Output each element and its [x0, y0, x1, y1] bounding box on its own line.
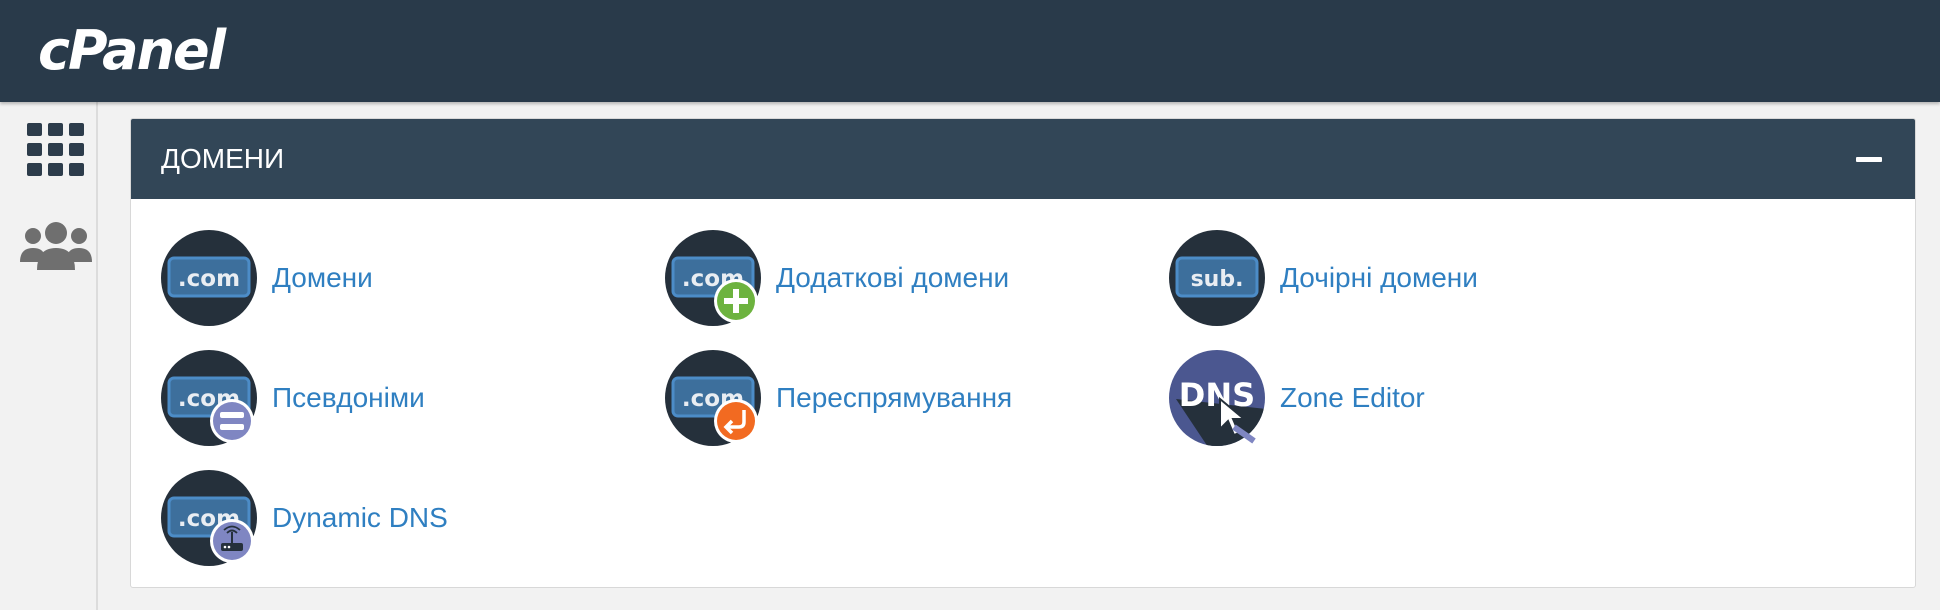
aliases-label: Псевдоніми	[272, 382, 425, 413]
minus-icon	[1856, 156, 1882, 162]
redirects-link[interactable]: .com Переспрямування	[664, 348, 1012, 448]
addon-domains-label: Додаткові домени	[776, 262, 1010, 293]
zone-editor-link[interactable]: DNS Zone Editor	[1168, 348, 1425, 448]
com-icon: .com	[664, 229, 762, 327]
domains-panel: ДОМЕНИ .com Домени .com Додаткові домени…	[130, 118, 1916, 588]
domains-link[interactable]: .com Домени	[160, 228, 373, 328]
com-icon: .com	[664, 349, 762, 447]
sub-icon: sub.	[1168, 229, 1266, 327]
domains-label: Домени	[272, 262, 373, 293]
com-icon: .com	[160, 349, 258, 447]
collapse-button[interactable]	[1853, 145, 1885, 173]
addon-domains-link[interactable]: .com Додаткові домени	[664, 228, 1009, 328]
com-icon-text: .com	[178, 266, 240, 292]
sidebar	[0, 102, 98, 610]
equals-badge-icon	[210, 399, 254, 443]
aliases-link[interactable]: .com Псевдоніми	[160, 348, 425, 448]
dns-icon-text: DNS	[1179, 376, 1255, 414]
redirect-badge-icon	[714, 399, 758, 443]
dynamic-dns-link[interactable]: .com Dynamic DNS	[160, 468, 448, 568]
dns-icon: DNS	[1168, 349, 1266, 447]
com-icon: .com	[160, 229, 258, 327]
panel-title: ДОМЕНИ	[161, 143, 285, 174]
subdomains-link[interactable]: sub. Дочірні домени	[1168, 228, 1478, 328]
zone-editor-label: Zone Editor	[1280, 382, 1425, 413]
sub-icon-text: sub.	[1191, 267, 1244, 292]
grid-icon[interactable]	[18, 120, 94, 180]
top-bar: cPanel	[0, 0, 1940, 102]
router-badge-icon	[210, 519, 254, 563]
users-icon[interactable]	[18, 217, 94, 277]
dynamic-dns-label: Dynamic DNS	[272, 502, 448, 533]
redirects-label: Переспрямування	[776, 382, 1013, 413]
com-icon: .com	[160, 469, 258, 567]
cpanel-logo[interactable]: cPanel	[38, 20, 226, 82]
panel-header: ДОМЕНИ	[131, 119, 1915, 199]
plus-badge-icon	[714, 279, 758, 323]
subdomains-label: Дочірні домени	[1280, 262, 1478, 293]
